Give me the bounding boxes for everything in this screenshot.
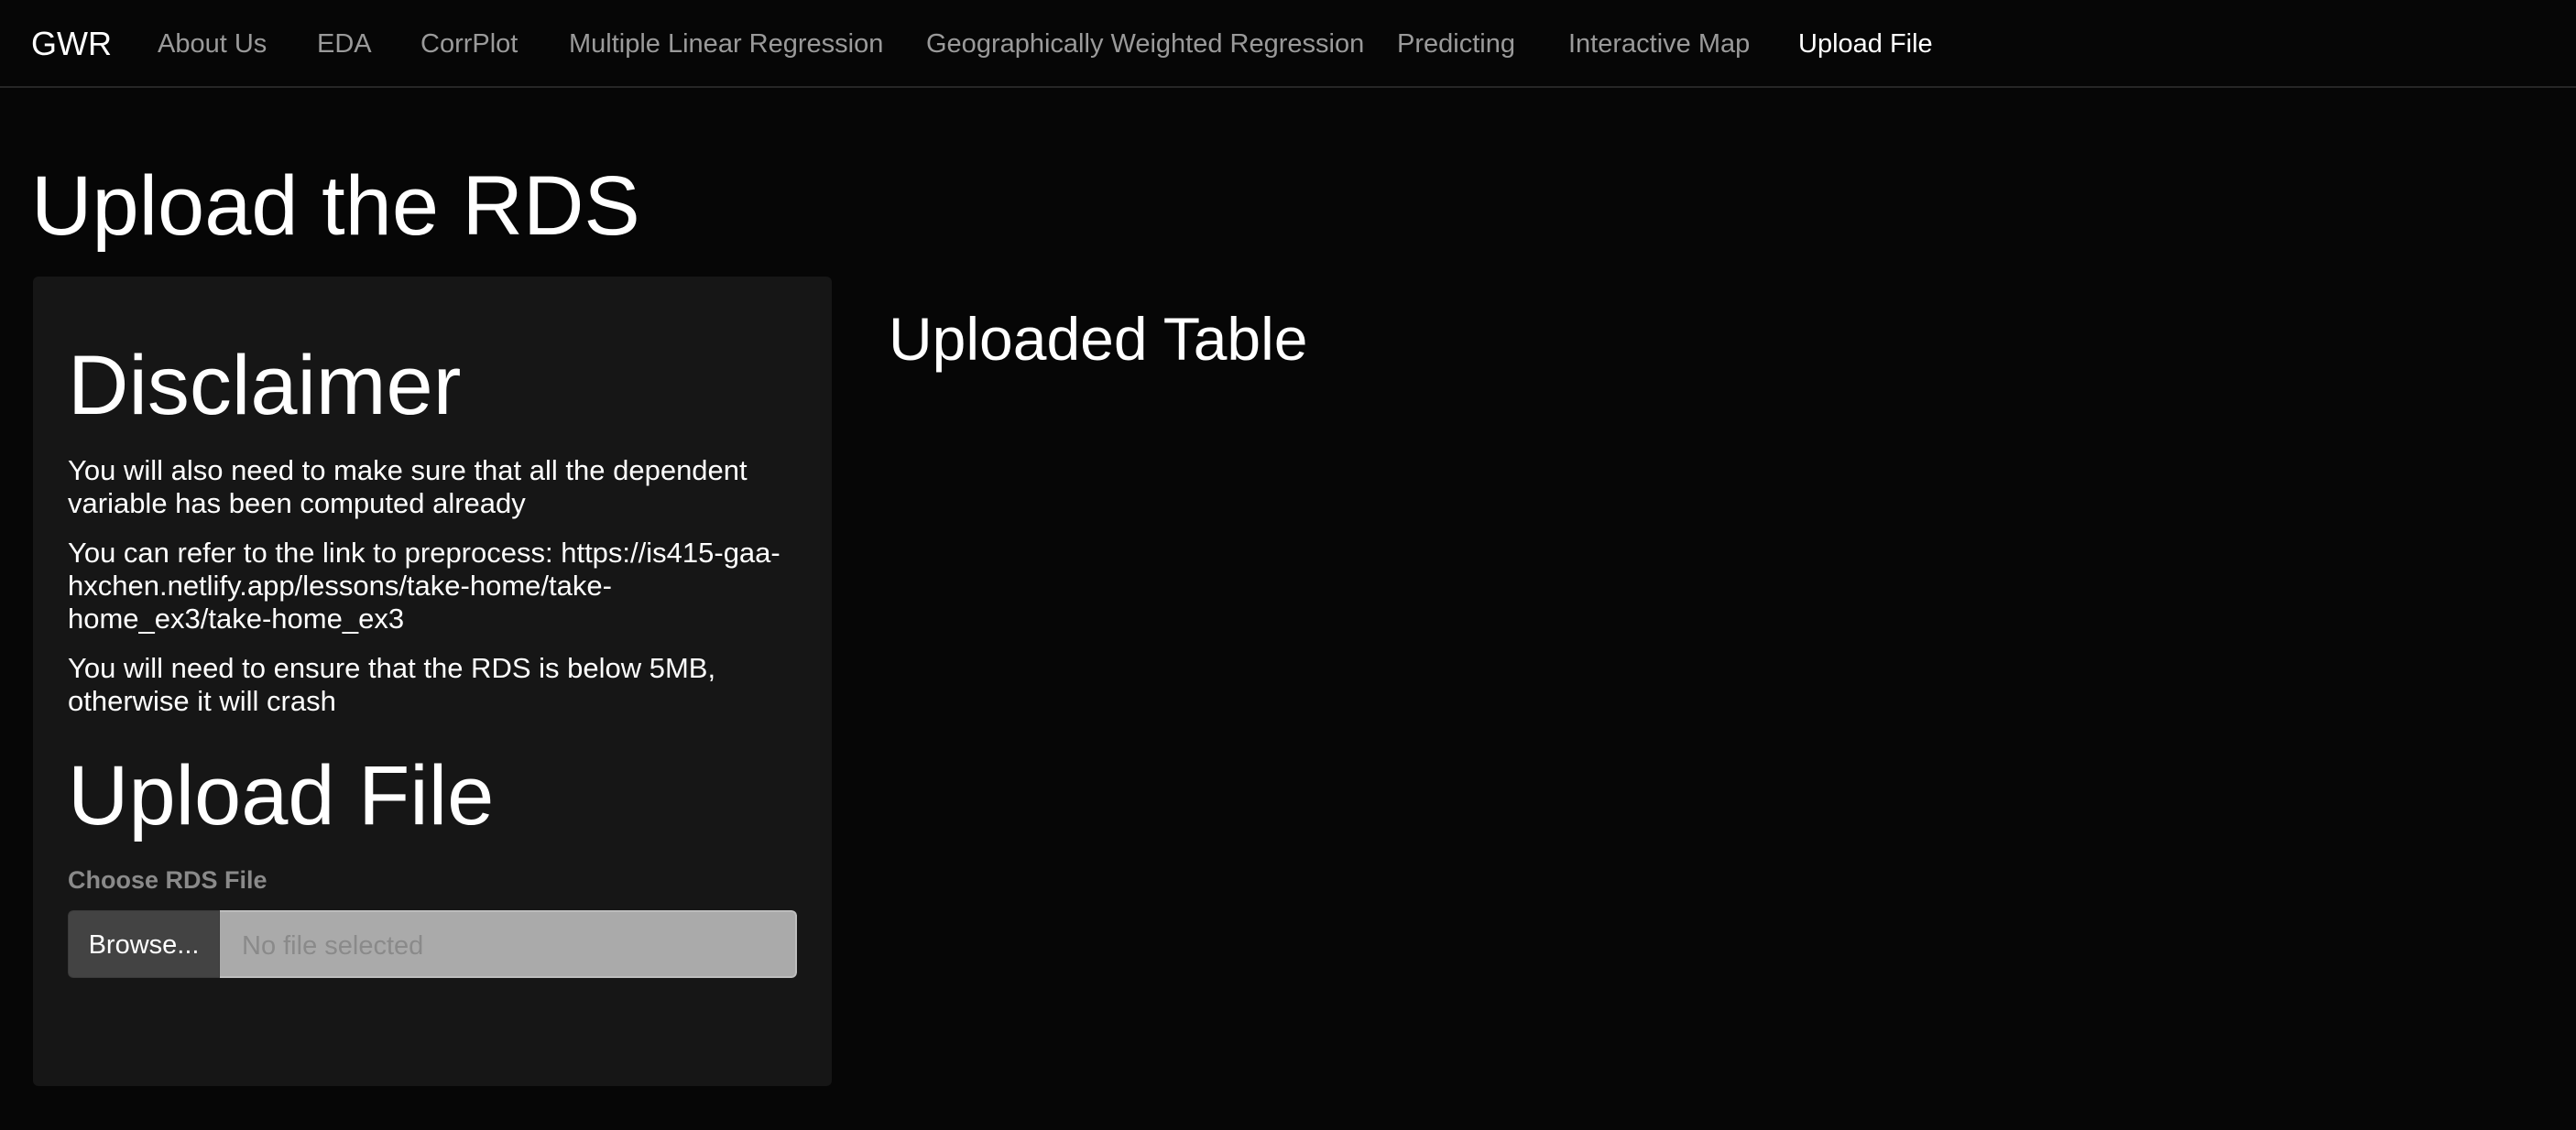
browse-button[interactable]: Browse... [68, 910, 220, 978]
top-navbar: GWR About Us EDA CorrPlot Multiple Linea… [0, 0, 2576, 88]
brand-title[interactable]: GWR [31, 24, 112, 64]
nav-item-multiple-linear-regression[interactable]: Multiple Linear Regression [569, 27, 883, 61]
nav-item-eda[interactable]: EDA [317, 27, 372, 61]
upload-file-heading: Upload File [68, 749, 495, 842]
page-title: Upload the RDS [31, 159, 640, 253]
nav-item-corrplot[interactable]: CorrPlot [420, 27, 518, 61]
nav-item-about-us[interactable]: About Us [158, 27, 267, 61]
nav-item-geographically-weighted-regression[interactable]: Geographically Weighted Regression [926, 27, 1364, 61]
file-name-display[interactable]: No file selected [220, 910, 797, 978]
rds-file-input[interactable]: Browse... No file selected [68, 910, 797, 978]
disclaimer-paragraph-preprocess-link: You can refer to the link to preprocess:… [68, 537, 780, 635]
file-input-label: Choose RDS File [68, 866, 267, 894]
sidebar-panel: Disclaimer You will also need to make su… [33, 277, 832, 1086]
nav-item-interactive-map[interactable]: Interactive Map [1568, 27, 1750, 61]
nav-item-predicting[interactable]: Predicting [1397, 27, 1515, 61]
disclaimer-paragraph-dependent-variable: You will also need to make sure that all… [68, 454, 748, 519]
uploaded-table-title: Uploaded Table [889, 305, 1308, 373]
disclaimer-paragraph-size-limit: You will need to ensure that the RDS is … [68, 652, 716, 717]
nav-item-upload-file[interactable]: Upload File [1798, 27, 1933, 61]
disclaimer-heading: Disclaimer [68, 339, 462, 432]
